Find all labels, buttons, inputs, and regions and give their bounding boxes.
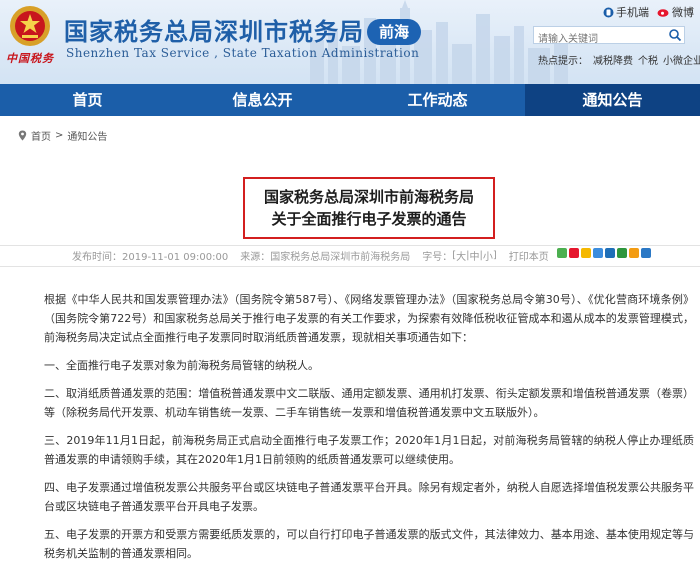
- district-badge[interactable]: 前海: [367, 19, 421, 45]
- weibo-link[interactable]: 微博: [657, 4, 694, 20]
- article-paragraph: 五、电子发票的开票方和受票方需要纸质发票的，可以自行打印电子普通发票的版式文件，…: [44, 528, 694, 560]
- font-size-label: 字号：: [422, 252, 453, 263]
- hot-item[interactable]: 个税: [638, 56, 658, 67]
- seal-text: 中国税务: [6, 52, 54, 65]
- breadcrumb-separator: >: [55, 130, 64, 141]
- site-header: 中国税务 国家税务总局深圳市税务局 Shenzhen Tax Service ,…: [0, 0, 700, 84]
- mobile-link-label: 手机端: [616, 6, 649, 19]
- article-paragraph: 四、电子发票通过增值税发票公共服务平台或区块链电子普通发票平台开具。除另有规定者…: [44, 481, 694, 513]
- weibo-share-icon[interactable]: [569, 248, 579, 258]
- article-paragraph: 二、取消纸质普通发票的范围：增值税普通发票中文二联版、通用定额发票、通用机打发票…: [44, 387, 694, 419]
- nav-work-news[interactable]: 工作动态: [350, 84, 525, 116]
- search-input[interactable]: [534, 31, 659, 48]
- divider: [0, 245, 700, 246]
- tax-emblem-logo: [10, 6, 50, 46]
- font-size-large[interactable]: 大: [456, 248, 466, 263]
- font-size-medium[interactable]: 中: [470, 248, 480, 263]
- weibo-icon: [657, 9, 669, 17]
- article-paragraph: 根据《中华人民共和国发票管理办法》（国务院令第587号）、《网络发票管理办法》（…: [44, 293, 694, 344]
- article-title-box: 国家税务总局深圳市前海税务局 关于全面推行电子发票的通告: [243, 177, 495, 239]
- hot-label: 热点提示：: [538, 56, 588, 67]
- article-source: 来源：国家税务总局深圳市前海税务局: [240, 252, 411, 263]
- hot-item[interactable]: 减税降费: [593, 56, 633, 67]
- site-title: 国家税务总局深圳市税务局: [64, 18, 364, 46]
- font-size-small[interactable]: 小: [483, 248, 493, 263]
- qzone-share-icon[interactable]: [581, 248, 591, 258]
- hot-item[interactable]: 小微企业: [663, 56, 700, 67]
- search-box: [533, 26, 685, 48]
- publish-time: 发布时间：2019-11-01 09:00:00: [72, 252, 229, 263]
- search-icon[interactable]: [668, 28, 682, 42]
- article-paragraph: 三、2019年11月1日起，前海税务局正式启动全面推行电子发票工作；2020年1…: [44, 434, 694, 466]
- article-meta: 发布时间：2019-11-01 09:00:00 来源：国家税务总局深圳市前海税…: [72, 248, 549, 263]
- print-link[interactable]: 打印本页: [509, 248, 549, 263]
- main-nav: 首页 信息公开 工作动态 通知公告: [0, 84, 700, 116]
- article-title-line1: 国家税务总局深圳市前海税务局: [263, 188, 474, 206]
- renren-share-icon[interactable]: [605, 248, 615, 258]
- bookmark-share-icon[interactable]: [629, 248, 639, 258]
- wechat-share-icon[interactable]: [557, 248, 567, 258]
- divider: [0, 266, 700, 267]
- douban-share-icon[interactable]: [617, 248, 627, 258]
- breadcrumb-current[interactable]: 通知公告: [67, 128, 107, 143]
- nav-home[interactable]: 首页: [0, 84, 175, 116]
- share-bar: [557, 248, 651, 258]
- article-title-line2: 关于全面推行电子发票的通告: [271, 210, 467, 228]
- nav-info-disclosure[interactable]: 信息公开: [175, 84, 350, 116]
- breadcrumb: 首页 > 通知公告: [18, 128, 107, 143]
- mobile-link[interactable]: 手机端: [603, 4, 649, 20]
- font-bracket: ]: [492, 250, 497, 261]
- breadcrumb-home[interactable]: 首页: [31, 128, 51, 143]
- nav-notices[interactable]: 通知公告: [525, 84, 700, 116]
- site-subtitle: Shenzhen Tax Service , State Taxation Ad…: [66, 46, 420, 60]
- top-links: 手机端 微博: [603, 4, 694, 20]
- hot-topics: 热点提示：减税降费个税小微企业加: [538, 52, 700, 67]
- more-share-icon[interactable]: [641, 248, 651, 258]
- article-body: 根据《中华人民共和国发票管理办法》（国务院令第587号）、《网络发票管理办法》（…: [44, 290, 694, 569]
- location-pin-icon: [18, 130, 27, 141]
- mobile-icon: [603, 7, 614, 17]
- tencent-share-icon[interactable]: [593, 248, 603, 258]
- article-paragraph: 一、全面推行电子发票对象为前海税务局管辖的纳税人。: [44, 359, 319, 372]
- weibo-link-label: 微博: [672, 6, 694, 19]
